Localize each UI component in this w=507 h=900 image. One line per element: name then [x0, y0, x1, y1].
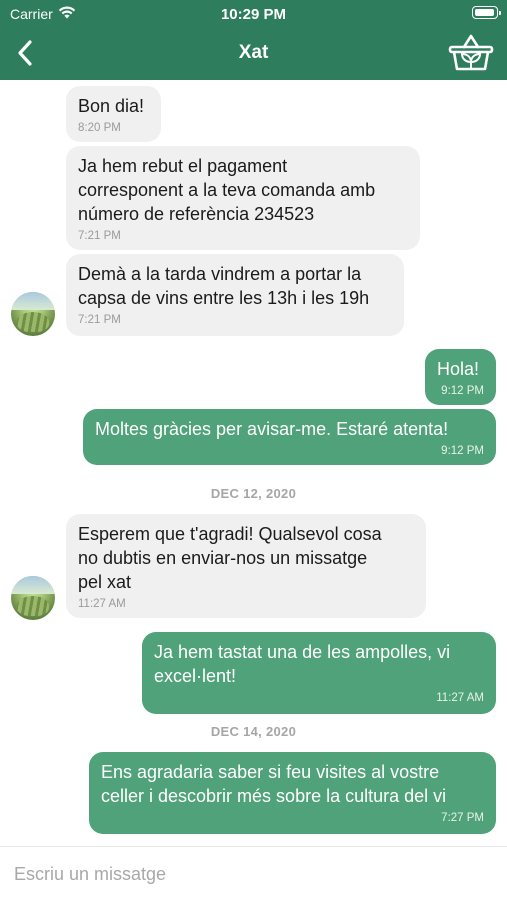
message-time: 11:27 AM: [78, 598, 126, 610]
app-header: Carrier 10:29 PM Xat: [0, 0, 507, 80]
message-incoming: Ja hem rebut el pagament corresponent a …: [66, 146, 420, 250]
message-text: Ja hem tastat una de les ampolles, vi ex…: [154, 642, 451, 686]
nav-bar: Xat: [0, 32, 507, 76]
message-incoming: Bon dia! 8:20 PM: [66, 86, 161, 142]
battery-tip: [499, 11, 501, 15]
date-separator: DEC 14, 2020: [210, 724, 297, 739]
message-text: Moltes gràcies per avisar-me. Estaré ate…: [95, 419, 449, 439]
page-title: Xat: [238, 42, 269, 63]
date-separator: DEC 12, 2020: [210, 486, 297, 501]
composer-bar: [0, 846, 507, 900]
cart-button[interactable]: [447, 33, 495, 73]
message-text: Demà a la tarda vindrem a portar la caps…: [78, 264, 370, 308]
battery-level: [475, 9, 494, 16]
message-time: 7:21 PM: [78, 314, 121, 326]
message-time: 9:12 PM: [441, 385, 484, 397]
message-input[interactable]: [14, 861, 494, 887]
sender-avatar[interactable]: [11, 576, 55, 620]
message-time: 7:21 PM: [78, 230, 121, 242]
shopping-basket-icon: [448, 34, 494, 71]
message-incoming: Esperem que t'agradi! Qualsevol cosa no …: [66, 514, 426, 618]
message-time: 9:12 PM: [441, 445, 484, 457]
message-text: Hola!: [437, 359, 480, 379]
message-time: 8:20 PM: [78, 122, 121, 134]
message-outgoing: Ja hem tastat una de les ampolles, vi ex…: [142, 632, 496, 714]
message-list[interactable]: Bon dia! 8:20 PM Ja hem rebut el pagamen…: [0, 80, 507, 846]
battery-icon: [472, 6, 501, 19]
message-time: 7:27 PM: [441, 812, 484, 824]
sender-avatar[interactable]: [11, 292, 55, 336]
message-text: Esperem que t'agradi! Qualsevol cosa no …: [78, 524, 382, 592]
message-outgoing: Ens agradaria saber si feu visites al vo…: [89, 752, 496, 834]
message-time: 11:27 AM: [436, 692, 484, 704]
message-outgoing: Moltes gràcies per avisar-me. Estaré ate…: [83, 409, 496, 465]
message-incoming: Demà a la tarda vindrem a portar la caps…: [66, 254, 404, 336]
message-text: Bon dia!: [78, 96, 145, 116]
status-bar: Carrier 10:29 PM: [0, 0, 507, 28]
message-text: Ja hem rebut el pagament corresponent a …: [78, 156, 376, 224]
message-text: Ens agradaria saber si feu visites al vo…: [101, 762, 447, 806]
status-time: 10:29 PM: [220, 6, 287, 23]
message-outgoing: Hola! 9:12 PM: [425, 349, 496, 405]
